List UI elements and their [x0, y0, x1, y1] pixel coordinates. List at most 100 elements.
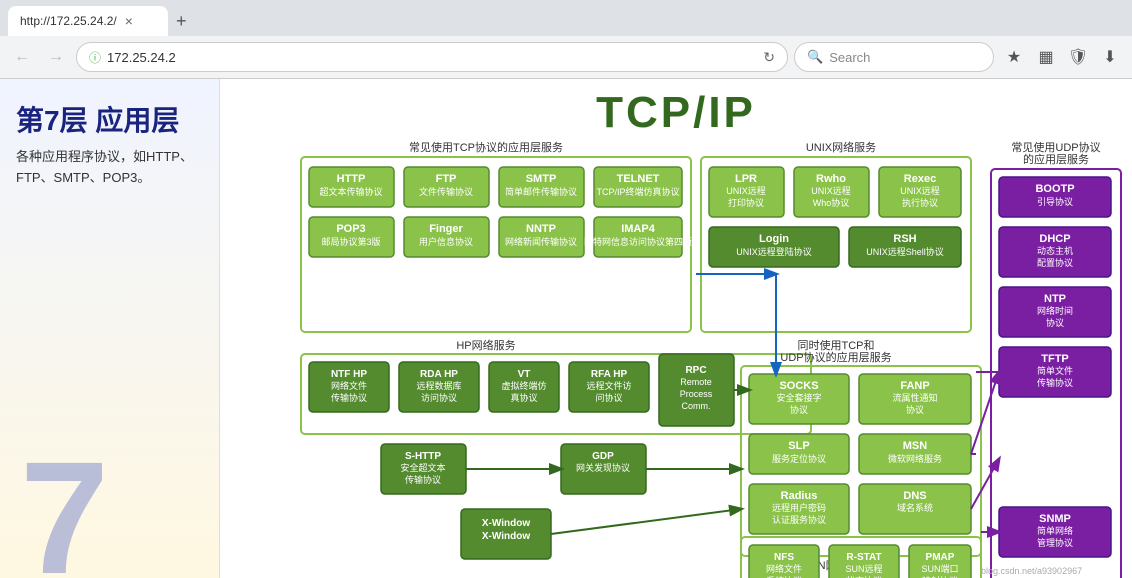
layer-number: 7: [20, 438, 109, 578]
svg-text:TCP/IP: TCP/IP: [596, 88, 756, 137]
svg-text:UNIX远程登陆协议: UNIX远程登陆协议: [736, 246, 812, 257]
svg-text:打印协议: 打印协议: [728, 197, 764, 208]
svg-text:管理协议: 管理协议: [1037, 537, 1073, 548]
shield-button[interactable]: 🛡: [1064, 43, 1092, 71]
search-bar[interactable]: 🔍 Search: [794, 42, 994, 72]
svg-text:UNIX远程: UNIX远程: [811, 186, 851, 196]
svg-text:SNMP: SNMP: [1039, 513, 1071, 525]
svg-text:RDA HP: RDA HP: [420, 369, 458, 380]
svg-text:GDP: GDP: [592, 451, 614, 462]
svg-text:S-HTTP: S-HTTP: [405, 451, 441, 462]
address-bar[interactable]: ⓘ 172.25.24.2 ↻: [76, 42, 788, 72]
svg-text:SLP: SLP: [788, 440, 809, 452]
svg-text:文件传输协议: 文件传输协议: [419, 186, 473, 197]
svg-text:RPC: RPC: [685, 365, 706, 376]
svg-text:传输协议: 传输协议: [405, 474, 441, 485]
svg-text:传输协议: 传输协议: [1037, 377, 1073, 388]
svg-text:SOCKS: SOCKS: [779, 380, 818, 392]
reader-button[interactable]: ▦: [1032, 43, 1060, 71]
svg-text:IMAP4: IMAP4: [621, 223, 656, 235]
svg-text:简单网络: 简单网络: [1037, 525, 1073, 536]
svg-text:虚拟终端仿: 虚拟终端仿: [501, 380, 546, 391]
toolbar-actions: ★ ▦ 🛡 ⬇: [1000, 43, 1124, 71]
svg-text:SUN端口: SUN端口: [921, 563, 958, 574]
svg-text:协议: 协议: [906, 404, 924, 415]
svg-text:Rwho: Rwho: [816, 173, 846, 185]
search-icon: 🔍: [807, 49, 823, 65]
svg-text:同时使用TCP和: 同时使用TCP和: [798, 339, 875, 352]
page-content: 第7层 应用层 各种应用程序协议，如HTTP、FTP、SMTP、POP3。 7 …: [0, 79, 1132, 578]
svg-text:域名系统: 域名系统: [897, 502, 933, 513]
tab-close-button[interactable]: ×: [125, 13, 133, 29]
svg-text:简单文件: 简单文件: [1037, 365, 1073, 376]
svg-text:配置协议: 配置协议: [1037, 257, 1073, 268]
svg-text:常见使用UDP协议: 常见使用UDP协议: [1011, 140, 1100, 154]
svg-text:POP3: POP3: [336, 223, 365, 235]
svg-text:VT: VT: [518, 369, 531, 380]
svg-text:DHCP: DHCP: [1039, 233, 1070, 245]
svg-text:常见使用TCP协议的应用层服务: 常见使用TCP协议的应用层服务: [409, 140, 563, 154]
svg-text:Comm.: Comm.: [682, 401, 711, 411]
svg-text:UNIX远程Shell协议: UNIX远程Shell协议: [866, 246, 944, 257]
tab-title: http://172.25.24.2/: [20, 14, 117, 28]
forward-button[interactable]: →: [42, 43, 70, 71]
active-tab[interactable]: http://172.25.24.2/ ×: [8, 6, 168, 36]
svg-text:SUN远程: SUN远程: [845, 564, 882, 574]
svg-text:NFS: NFS: [774, 552, 794, 563]
svg-text:UNIX远程: UNIX远程: [900, 186, 940, 196]
svg-text:因特网信息访问协议第四版: 因特网信息访问协议第四版: [584, 236, 692, 247]
svg-text:TFTP: TFTP: [1041, 353, 1069, 365]
svg-text:网关发现协议: 网关发现协议: [576, 462, 630, 473]
left-sidebar: 第7层 应用层 各种应用程序协议，如HTTP、FTP、SMTP、POP3。 7: [0, 79, 220, 578]
svg-text:网络文件: 网络文件: [331, 380, 367, 391]
svg-text:RFA HP: RFA HP: [591, 369, 628, 380]
svg-text:Rexec: Rexec: [904, 173, 936, 185]
svg-text:Process: Process: [680, 389, 713, 399]
svg-text:访问协议: 访问协议: [421, 392, 457, 403]
svg-text:PMAP: PMAP: [926, 552, 955, 563]
svg-text:协议: 协议: [790, 404, 808, 415]
svg-text:简单邮件传输协议: 简单邮件传输协议: [505, 186, 577, 197]
diagram-area: TCP/IP 常见使用TCP协议的应用层服务 UNIX网络服务 常见使用UDP协…: [220, 79, 1132, 578]
svg-text:DNS: DNS: [903, 490, 926, 502]
svg-text:传输协议: 传输协议: [331, 392, 367, 403]
svg-text:Remote: Remote: [680, 377, 712, 387]
svg-text:Radius: Radius: [781, 490, 818, 502]
svg-text:UDP协议的应用层服务: UDP协议的应用层服务: [780, 350, 891, 364]
layer-desc: 各种应用程序协议，如HTTP、FTP、SMTP、POP3。: [16, 147, 203, 189]
svg-text:动态主机: 动态主机: [1037, 245, 1073, 256]
svg-text:真协议: 真协议: [510, 392, 537, 403]
svg-text:认证服务协议: 认证服务协议: [772, 514, 826, 525]
svg-text:X-Window: X-Window: [482, 518, 530, 529]
bookmark-button[interactable]: ★: [1000, 43, 1028, 71]
download-button[interactable]: ⬇: [1096, 43, 1124, 71]
svg-text:网络新闻传输协议: 网络新闻传输协议: [505, 236, 577, 247]
svg-text:服务定位协议: 服务定位协议: [772, 453, 826, 464]
svg-text:协议: 协议: [1046, 317, 1064, 328]
svg-text:X-Window: X-Window: [482, 531, 530, 542]
svg-text:UNIX远程: UNIX远程: [726, 186, 766, 196]
svg-text:FTP: FTP: [436, 173, 457, 185]
new-tab-button[interactable]: +: [176, 11, 187, 32]
svg-text:BOOTP: BOOTP: [1035, 183, 1074, 195]
svg-text:RSH: RSH: [893, 233, 916, 245]
back-button[interactable]: ←: [8, 43, 36, 71]
svg-text:HTTP: HTTP: [337, 173, 366, 185]
svg-text:远程用户密码: 远程用户密码: [772, 502, 826, 513]
svg-text:Login: Login: [759, 233, 789, 245]
svg-text:网络时间: 网络时间: [1037, 305, 1073, 316]
svg-text:流属性通知: 流属性通知: [892, 392, 937, 403]
svg-text:Finger: Finger: [429, 223, 463, 235]
svg-text:远程文件访: 远程文件访: [586, 380, 631, 391]
svg-text:用户信息协议: 用户信息协议: [419, 236, 473, 247]
svg-text:TELNET: TELNET: [617, 173, 660, 185]
svg-text:FANP: FANP: [900, 380, 929, 392]
svg-text:问协议: 问协议: [595, 392, 622, 403]
svg-text:NTF HP: NTF HP: [331, 369, 367, 380]
svg-text:微软网络服务: 微软网络服务: [888, 453, 942, 464]
svg-text:TCP/IP终端仿真协议: TCP/IP终端仿真协议: [596, 186, 679, 197]
refresh-button[interactable]: ↻: [763, 49, 775, 66]
svg-text:HP网络服务: HP网络服务: [456, 338, 515, 352]
svg-text:安全超文本: 安全超文本: [400, 462, 445, 473]
svg-text:Who协议: Who协议: [813, 197, 850, 208]
